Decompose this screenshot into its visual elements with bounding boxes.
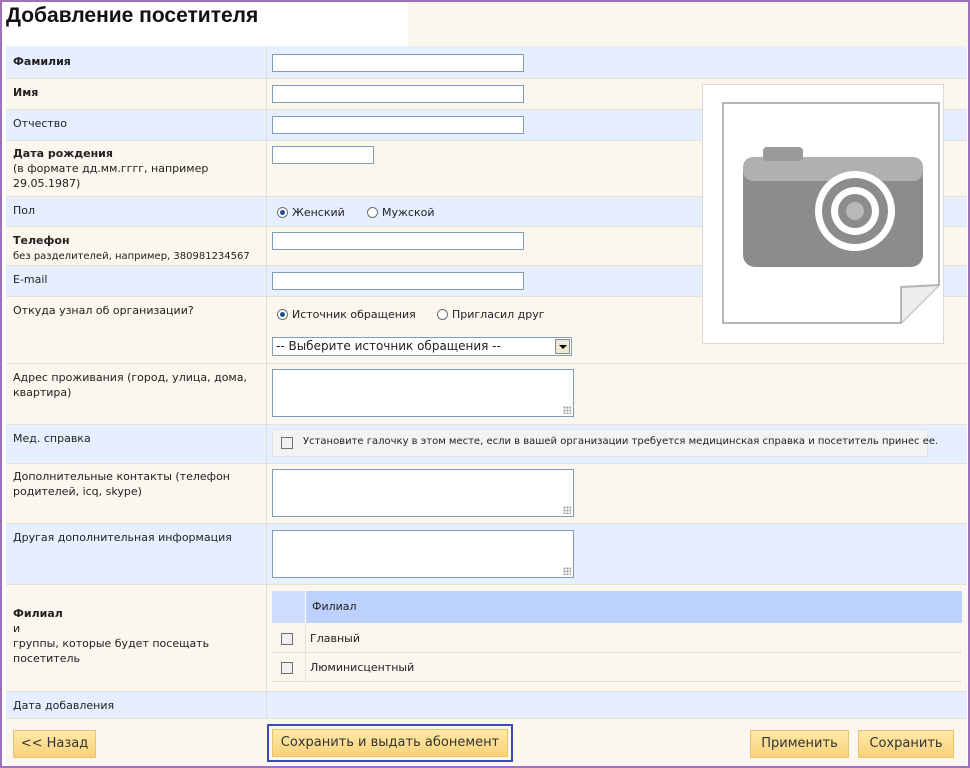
gender-label: Пол — [13, 204, 36, 217]
save-button[interactable]: Сохранить — [858, 730, 954, 758]
address-label: Адрес проживания (город, улица, дома, кв… — [13, 371, 247, 399]
referral-source-radio[interactable] — [277, 309, 288, 320]
referral-source-select-value: -- Выберите источник обращения -- — [276, 339, 501, 353]
branch-table-header: Филиал — [272, 591, 962, 623]
resize-grip-icon[interactable] — [563, 506, 571, 514]
phone-label: Телефон — [13, 234, 70, 247]
branch-lum-label: Люминисцентный — [310, 661, 415, 674]
referral-source-select[interactable]: -- Выберите источник обращения -- — [272, 337, 572, 356]
medical-label: Мед. справка — [13, 432, 91, 445]
gender-male-radio[interactable] — [367, 207, 378, 218]
page-title: Добавление посетителя — [6, 4, 259, 27]
row-extra-contacts: Дополнительные контакты (телефон родител… — [6, 464, 967, 524]
patronymic-input[interactable] — [272, 116, 524, 134]
other-info-label: Другая дополнительная информация — [13, 531, 232, 544]
branch-label: Филиал — [13, 607, 63, 620]
referral-friend-option[interactable]: Пригласил друг — [437, 308, 545, 321]
gender-male-option[interactable]: Мужской — [367, 206, 434, 219]
save-issue-button[interactable]: Сохранить и выдать абонемент — [272, 729, 508, 757]
other-info-textarea[interactable] — [272, 530, 574, 578]
medical-checkbox[interactable] — [281, 437, 293, 449]
gender-male-label: Мужской — [382, 206, 435, 219]
referral-friend-label: Пригласил друг — [452, 308, 545, 321]
table-row[interactable]: Люминисцентный — [272, 653, 962, 682]
resize-grip-icon[interactable] — [563, 406, 571, 414]
resize-grip-icon[interactable] — [563, 567, 571, 575]
apply-button[interactable]: Применить — [750, 730, 849, 758]
lastname-input[interactable] — [272, 54, 524, 72]
address-textarea[interactable] — [272, 369, 574, 417]
phone-input[interactable] — [272, 232, 524, 250]
extra-contacts-label: Дополнительные контакты (телефон родител… — [13, 470, 230, 498]
birthdate-hint: (в формате дд.мм.гггг, например 29.05.19… — [13, 162, 209, 190]
page-frame: Добавление посетителя Фамилия Имя Отчест… — [0, 0, 970, 768]
referral-source-label: Источник обращения — [292, 308, 416, 321]
back-button[interactable]: << Назад — [13, 730, 96, 758]
camera-icon — [722, 102, 940, 324]
row-lastname: Фамилия — [6, 46, 967, 79]
branch-column-header: Филиал — [312, 600, 357, 613]
extra-contacts-textarea[interactable] — [272, 469, 574, 517]
firstname-label: Имя — [13, 86, 39, 99]
branch-lum-checkbox[interactable] — [281, 662, 293, 674]
branch-label-rest: и группы, которые будет посещать посетит… — [13, 622, 210, 665]
table-row[interactable]: Главный — [272, 624, 962, 653]
medical-checkbox-text: Установите галочку в этом месте, если в … — [303, 436, 939, 447]
email-label: E-mail — [13, 273, 48, 286]
birthdate-label: Дата рождения — [13, 147, 113, 160]
row-other-info: Другая дополнительная информация — [6, 524, 967, 585]
added-date-label: Дата добавления — [13, 699, 115, 712]
row-address: Адрес проживания (город, улица, дома, кв… — [6, 364, 967, 425]
email-input[interactable] — [272, 272, 524, 290]
patronymic-label: Отчество — [13, 117, 68, 130]
referral-friend-radio[interactable] — [437, 309, 448, 320]
row-added-date: Дата добавления — [6, 692, 967, 719]
lastname-label: Фамилия — [13, 55, 71, 68]
referral-label: Откуда узнал об организации? — [13, 304, 194, 317]
birthdate-input[interactable] — [272, 146, 374, 164]
gender-female-radio[interactable] — [277, 207, 288, 218]
branch-main-label: Главный — [310, 632, 360, 645]
gender-female-label: Женский — [292, 206, 345, 219]
referral-source-option[interactable]: Источник обращения — [277, 308, 416, 321]
branch-main-checkbox[interactable] — [281, 633, 293, 645]
chevron-down-icon[interactable] — [555, 339, 570, 354]
firstname-input[interactable] — [272, 85, 524, 103]
phone-hint: без разделителей, например, 380981234567 — [13, 251, 250, 262]
medical-checkbox-box: Установите галочку в этом месте, если в … — [272, 429, 938, 457]
gender-female-option[interactable]: Женский — [277, 206, 345, 219]
photo-upload[interactable] — [702, 84, 944, 344]
